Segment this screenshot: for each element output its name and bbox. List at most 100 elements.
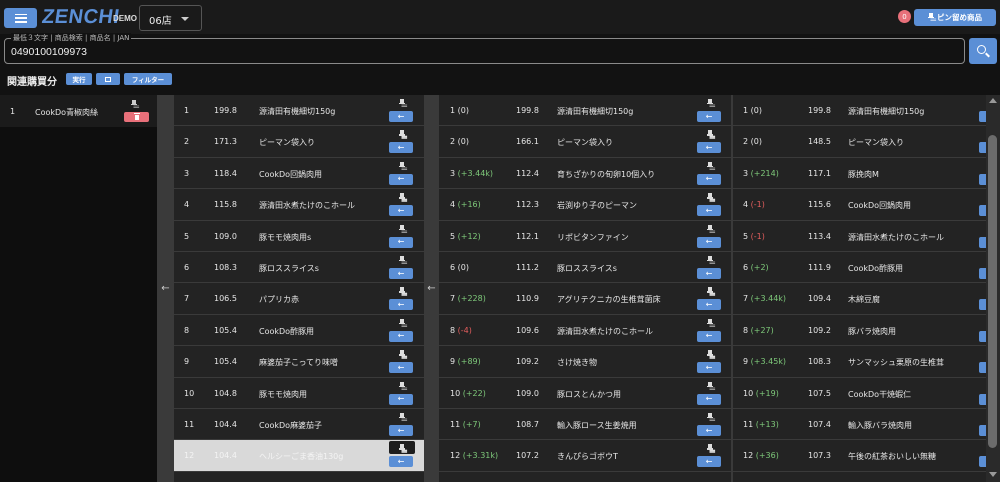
pin-icon[interactable] xyxy=(399,318,405,328)
select-product-button[interactable]: ← xyxy=(697,205,721,217)
pin-icon[interactable] xyxy=(399,130,405,139)
table-row[interactable]: 2 (0) 166.1 ピーマン袋入り ← xyxy=(439,126,731,158)
table-row[interactable]: 7 106.5 パプリカ赤 ← xyxy=(174,283,424,315)
select-product-button[interactable]: ← xyxy=(389,268,413,279)
table-row[interactable]: 12 (+3.31k) 107.2 きんぴらゴボウT ← xyxy=(439,440,731,472)
pin-icon[interactable] xyxy=(707,413,713,422)
table-row[interactable]: 9 (+89) 109.2 さけ焼き物 ← xyxy=(439,346,731,378)
search-input[interactable]: 0490100109973 xyxy=(11,46,87,58)
select-product-button[interactable]: ← xyxy=(979,299,986,311)
select-product-button[interactable]: ← xyxy=(389,362,413,374)
pin-icon[interactable] xyxy=(707,224,713,234)
table-row[interactable]: 9 (+3.45k) 108.3 サンマッシュ栗原の生椎茸 ← xyxy=(733,346,986,378)
table-row[interactable]: 8 (+27) 109.2 豚バラ焼肉用 ← xyxy=(733,315,986,347)
select-product-button[interactable]: ← xyxy=(979,111,986,122)
delete-button[interactable] xyxy=(124,112,149,122)
table-row[interactable]: 10 (+19) 107.5 CookDo干焼蝦仁 ← xyxy=(733,378,986,409)
select-product-button[interactable]: ← xyxy=(697,299,721,311)
table-row[interactable]: 6 (0) 111.2 豚ロススライスs ← xyxy=(439,252,731,284)
table-row[interactable]: 12 (+36) 107.3 午後の紅茶おいしい無糖 ← xyxy=(733,440,986,472)
select-product-button[interactable]: ← xyxy=(389,330,413,342)
scroll-down-arrow[interactable] xyxy=(989,472,997,477)
pin-icon[interactable] xyxy=(399,287,405,296)
table-row[interactable]: 6 (+2) 111.9 CookDo酢豚用 ← xyxy=(733,252,986,284)
select-product-button[interactable]: ← xyxy=(979,393,986,405)
select-product-button[interactable]: ← xyxy=(697,425,721,436)
pin-icon[interactable] xyxy=(399,256,405,265)
store-select[interactable]: 06店 xyxy=(139,5,202,31)
select-product-button[interactable]: ← xyxy=(697,456,721,468)
pin-icon[interactable] xyxy=(399,350,405,359)
scroll-up-arrow[interactable] xyxy=(989,98,997,103)
run-button[interactable]: 実行 xyxy=(66,73,92,85)
select-product-button[interactable]: ← xyxy=(389,205,413,217)
scrollbar[interactable] xyxy=(986,95,1000,482)
select-product-button[interactable]: ← xyxy=(697,236,721,248)
menu-button[interactable] xyxy=(4,8,37,28)
copy-button[interactable] xyxy=(96,73,120,85)
table-row[interactable]: 11 (+7) 108.7 輸入豚ロース生姜焼用 ← xyxy=(439,409,731,441)
table-row[interactable]: 9 105.4 麻婆茄子こってり味噌 ← xyxy=(174,346,424,378)
search-field[interactable]: 最低３文字 | 商品検索 | 商品名 | JAN 0490100109973 xyxy=(4,33,965,64)
table-row[interactable]: 8 105.4 CookDo酢豚用 ← xyxy=(174,315,424,347)
select-product-button[interactable]: ← xyxy=(979,268,986,279)
pin-icon[interactable] xyxy=(399,193,405,202)
select-product-button[interactable]: ← xyxy=(697,362,721,374)
table-row[interactable]: 3 (+3.44k) 112.4 育ちざかりの旬卵10個入り ← xyxy=(439,158,731,190)
table-row[interactable]: 11 (+13) 107.4 輸入豚バラ焼肉用 ← xyxy=(733,409,986,441)
select-product-button[interactable]: ← xyxy=(389,142,413,154)
table-row[interactable]: 5 109.0 豚モモ焼肉用s ← xyxy=(174,221,424,252)
pin-icon[interactable] xyxy=(707,99,713,108)
selected-item-row[interactable]: 1 CookDo青椒肉絲 xyxy=(0,95,157,127)
select-product-button[interactable]: ← xyxy=(389,425,413,436)
collapse-handle-1[interactable]: ← xyxy=(157,95,174,482)
pin-icon[interactable] xyxy=(707,444,713,453)
pin-icon[interactable] xyxy=(707,381,713,391)
select-product-button[interactable]: ← xyxy=(979,425,986,436)
table-row[interactable]: 7 (+3.44k) 109.4 木綿豆腐 ← xyxy=(733,283,986,315)
pin-icon[interactable] xyxy=(707,256,713,265)
table-row[interactable]: 5 (-1) 113.4 源清田水煮たけのこホール ← xyxy=(733,221,986,252)
pin-icon[interactable] xyxy=(399,224,405,234)
select-product-button[interactable]: ← xyxy=(979,173,986,185)
select-product-button[interactable]: ← xyxy=(389,456,413,468)
select-product-button[interactable]: ← xyxy=(979,142,986,154)
pin-icon[interactable] xyxy=(707,130,713,139)
table-row[interactable]: 10 104.8 豚モモ焼肉用 ← xyxy=(174,378,424,409)
select-product-button[interactable]: ← xyxy=(697,393,721,405)
table-row[interactable]: 8 (-4) 109.6 源清田水煮たけのこホール ← xyxy=(439,315,731,347)
select-product-button[interactable]: ← xyxy=(979,362,986,374)
search-button[interactable] xyxy=(969,38,997,64)
scrollbar-thumb[interactable] xyxy=(988,135,997,448)
select-product-button[interactable]: ← xyxy=(697,111,721,122)
select-product-button[interactable]: ← xyxy=(389,393,413,405)
pin-icon[interactable] xyxy=(707,350,713,359)
pin-icon[interactable] xyxy=(707,161,713,171)
pin-icon[interactable] xyxy=(707,193,713,202)
table-row[interactable]: 3 (+214) 117.1 豚挽肉M ← xyxy=(733,158,986,190)
table-row[interactable]: 1 (0) 199.8 源清田有機細切150g ← xyxy=(439,95,731,127)
table-row[interactable]: 10 (+22) 109.0 豚ロスとんかつ用 ← xyxy=(439,378,731,409)
pin-icon[interactable] xyxy=(399,381,405,391)
table-row[interactable]: 5 (+12) 112.1 リポビタンファイン ← xyxy=(439,221,731,252)
collapse-handle-2[interactable]: ← xyxy=(424,95,439,482)
table-row[interactable]: 4 115.8 源清田水煮たけのこホール ← xyxy=(174,189,424,221)
select-product-button[interactable]: ← xyxy=(389,299,413,311)
table-row[interactable]: 7 (+228) 110.9 アグリテクニカの生椎茸菌床 ← xyxy=(439,283,731,315)
table-row[interactable]: 6 108.3 豚ロススライスs ← xyxy=(174,252,424,284)
select-product-button[interactable]: ← xyxy=(389,236,413,248)
table-row[interactable]: 1 (0) 199.8 源清田有機細切150g ← xyxy=(733,95,986,127)
table-row[interactable]: 3 118.4 CookDo回鍋肉用 ← xyxy=(174,158,424,190)
pin-icon[interactable] xyxy=(399,413,405,422)
pin-icon[interactable] xyxy=(131,100,137,109)
pin-icon[interactable] xyxy=(707,287,713,296)
pinned-items-button[interactable]: ピン留め商品 xyxy=(914,9,996,26)
select-product-button[interactable]: ← xyxy=(979,330,986,342)
table-row[interactable]: 4 (-1) 115.6 CookDo回鍋肉用 ← xyxy=(733,189,986,221)
select-product-button[interactable]: ← xyxy=(979,205,986,217)
select-product-button[interactable]: ← xyxy=(979,456,986,468)
select-product-button[interactable]: ← xyxy=(697,330,721,342)
pin-icon[interactable] xyxy=(399,161,405,171)
table-row[interactable]: 11 104.4 CookDo麻婆茄子 ← xyxy=(174,409,424,441)
pin-icon[interactable] xyxy=(707,318,713,328)
